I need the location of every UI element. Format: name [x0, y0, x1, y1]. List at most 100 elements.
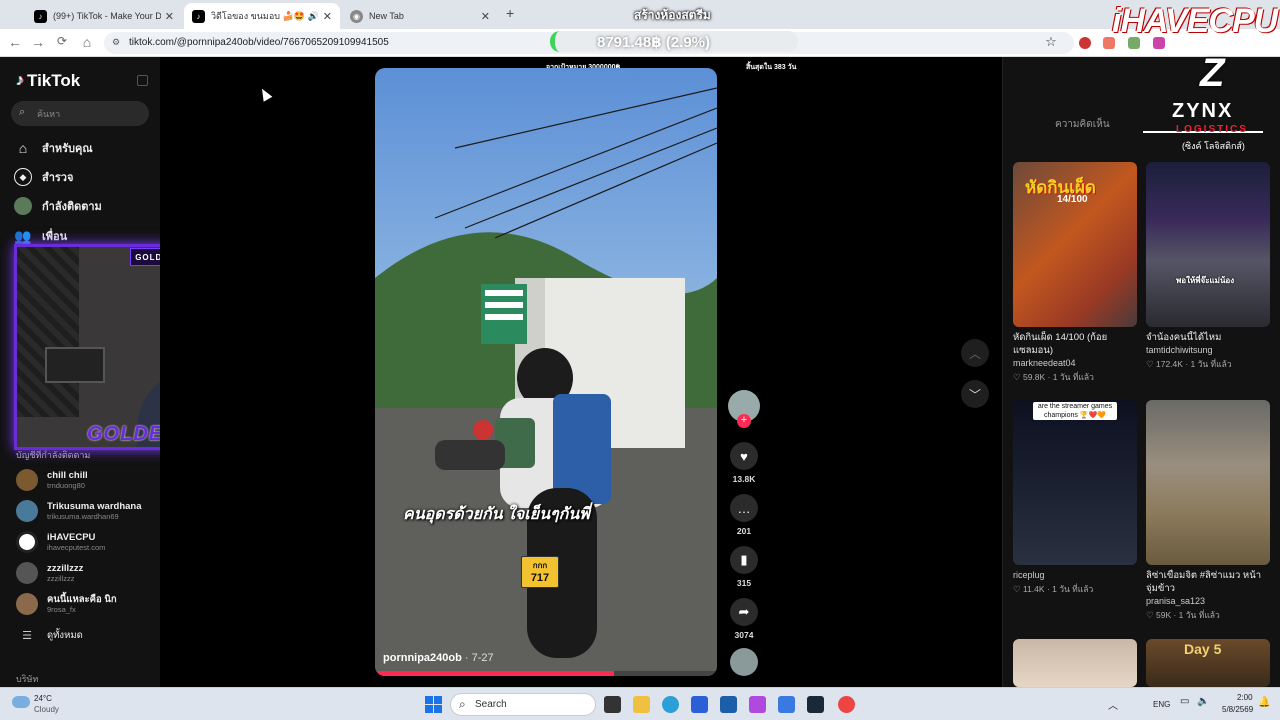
share-button[interactable]: ➦ 3074: [728, 598, 760, 640]
next-video-button[interactable]: ﹀: [961, 380, 989, 408]
close-icon[interactable]: ✕: [481, 10, 490, 23]
license-plate: กกก 717: [521, 556, 559, 588]
avatar: [16, 469, 38, 491]
app-icon[interactable]: [691, 696, 708, 713]
search-input[interactable]: ⌕ ค้นหา: [11, 101, 149, 126]
ihavecpu-logo: iHAVECPU: [1112, 2, 1278, 40]
like-count: 13.8K: [732, 474, 756, 484]
video-card[interactable]: หัดกินเผ็ด 14/100 หัดกินเผ็ด 14/100 (ก้อ…: [1013, 162, 1137, 384]
compass-icon: ◆: [14, 168, 32, 186]
like-button[interactable]: ♥ 13.8K: [728, 442, 760, 484]
site-info-icon[interactable]: ⚙: [112, 37, 120, 48]
card-meta: ♡ 172.4K · 1 วัน ที่แล้ว: [1146, 357, 1270, 371]
video-card[interactable]: [1013, 639, 1137, 687]
speaker-icon[interactable]: 🔊: [308, 11, 319, 22]
progress-fill: [375, 671, 615, 676]
back-button[interactable]: ←: [6, 34, 24, 50]
comment-button[interactable]: … 201: [728, 494, 760, 536]
tab-comments[interactable]: ความคิดเห็น: [1055, 117, 1110, 132]
store-icon[interactable]: [720, 696, 737, 713]
collapse-sidebar-button[interactable]: [137, 75, 148, 86]
taskbar-search-label: Search: [475, 699, 507, 710]
search-placeholder: ค้นหา: [37, 109, 61, 119]
card-meta: ♡ 11.4K · 1 วัน ที่แล้ว: [1013, 582, 1137, 596]
reload-button[interactable]: ⟳: [53, 34, 71, 48]
video-thumbnail: [1146, 400, 1270, 565]
video-date: · 7-27: [464, 652, 494, 664]
video-card[interactable]: ลิซ่าเขื่อมจิต #ลิซ่าแมว หน้าจุ่มข้าว pr…: [1146, 400, 1270, 622]
tab-video[interactable]: ♪ วิดีโอของ ขนมอบ 🍰🤩 (@po 🔊 ✕: [184, 3, 340, 29]
friends-icon: 👥: [14, 227, 32, 244]
language-indicator[interactable]: ENG: [1153, 700, 1170, 709]
share-icon: ➦: [730, 598, 758, 626]
file-explorer-icon[interactable]: [633, 696, 650, 713]
notification-bell-icon[interactable]: 🔔: [1258, 697, 1270, 708]
card-likes: 11.4K: [1022, 584, 1045, 594]
nav-for-you[interactable]: ⌂ สำหรับคุณ: [14, 139, 93, 157]
tiktok-logo[interactable]: ♪ TikTok: [16, 71, 80, 91]
card-caption: จำน้องคนนี้ได้ไหม: [1146, 332, 1222, 343]
weather-temp[interactable]: 24°C: [34, 694, 52, 703]
app-icon[interactable]: [778, 696, 795, 713]
video-card[interactable]: Day 5: [1146, 639, 1270, 687]
card-user[interactable]: riceplug: [1013, 570, 1137, 580]
forward-button[interactable]: →: [29, 34, 47, 50]
home-button[interactable]: ⌂: [78, 34, 96, 50]
taskbar-search[interactable]: ⌕ Search: [450, 693, 596, 716]
account-item[interactable]: Trikusuma wardhana trikusuma.wardhan69: [16, 500, 142, 522]
clock-time[interactable]: 2:00: [1237, 693, 1253, 702]
bookmark-star-icon[interactable]: ☆: [1042, 34, 1060, 50]
video-card[interactable]: are the streamer games champions 🏆❤️🧡 ri…: [1013, 400, 1137, 596]
account-item[interactable]: chill chill trnduong80: [16, 469, 88, 491]
close-icon[interactable]: ✕: [323, 10, 332, 23]
video-caption-overlay: คนอุดรด้วยกัน ใจเย็นๆกันพี่: [403, 506, 590, 523]
video-author[interactable]: pornnipa240ob: [383, 652, 462, 664]
card-user[interactable]: pranisa_sa123: [1146, 596, 1270, 606]
network-icon[interactable]: ▭: [1180, 696, 1189, 707]
donation-days-left: สิ้นสุดใน 383 วัน: [746, 64, 797, 71]
follow-plus-icon[interactable]: +: [737, 414, 751, 428]
video-thumbnail: พอให้พี่จ๊ะแม่น้อง: [1146, 162, 1270, 327]
new-tab-button[interactable]: +: [506, 5, 514, 21]
card-user[interactable]: tamtidchiwitsung: [1146, 345, 1270, 355]
volume-icon[interactable]: 🔈: [1197, 696, 1209, 707]
copilot-icon[interactable]: [749, 696, 766, 713]
account-item[interactable]: iHAVECPU ihavecputest.com: [16, 531, 105, 553]
weather-desc[interactable]: Cloudy: [34, 705, 59, 714]
adblock-extension-icon[interactable]: [1079, 37, 1091, 49]
save-button[interactable]: ▮ 315: [728, 546, 760, 588]
music-disc-button[interactable]: [728, 648, 760, 676]
nav-explore[interactable]: ◆ สำรวจ: [14, 168, 73, 186]
heart-icon: ♡: [1013, 584, 1023, 594]
card-user[interactable]: markneedeat04: [1013, 358, 1137, 368]
following-avatar: [14, 197, 32, 215]
zynx-sub: LOGISTICS: [1176, 124, 1248, 135]
tab-tiktok-home[interactable]: ♪ (99+) TikTok - Make Your Day ✕: [26, 3, 182, 29]
windows-start-icon[interactable]: [425, 696, 442, 713]
chrome-icon[interactable]: [838, 696, 855, 713]
video-card[interactable]: พอให้พี่จ๊ะแม่น้อง จำน้องคนนี้ได้ไหม tam…: [1146, 162, 1270, 371]
see-all-button[interactable]: ☰ ดูทั้งหมด: [16, 629, 83, 642]
thumb-overlay-text: พอให้พี่จ๊ะแม่น้อง: [1176, 276, 1235, 285]
account-item[interactable]: คนนี้แหละคือ นิก 9rosa_fx: [16, 593, 117, 615]
task-view-icon[interactable]: [604, 696, 621, 713]
nav-following[interactable]: กำลังติดตาม: [14, 197, 102, 215]
previous-video-button[interactable]: ︿: [961, 339, 989, 367]
progress-track[interactable]: [375, 671, 717, 676]
nav-friends[interactable]: 👥 เพื่อน: [14, 227, 67, 245]
video-player[interactable]: กกก 717 คนอุดรด้วยกัน ใจเย็นๆกันพี่ porn…: [375, 68, 717, 676]
card-likes: 59K: [1155, 610, 1172, 620]
close-icon[interactable]: ✕: [165, 10, 174, 23]
account-item[interactable]: zzzillzzz zzzillzzz: [16, 562, 83, 584]
tray-chevron-icon[interactable]: ︿: [1108, 697, 1118, 712]
tab-new[interactable]: ◉ New Tab ✕: [342, 3, 498, 29]
clock-date[interactable]: 5/8/2569: [1222, 705, 1253, 714]
search-icon: ⌕: [19, 106, 26, 118]
tiktok-wordmark: TikTok: [27, 71, 81, 90]
search-icon: ⌕: [459, 697, 466, 711]
edge-icon[interactable]: [662, 696, 679, 713]
card-time: · 1 วัน ที่แล้ว: [1173, 610, 1220, 620]
avatar: [16, 500, 38, 522]
author-avatar-button[interactable]: +: [728, 390, 760, 428]
steam-icon[interactable]: [807, 696, 824, 713]
